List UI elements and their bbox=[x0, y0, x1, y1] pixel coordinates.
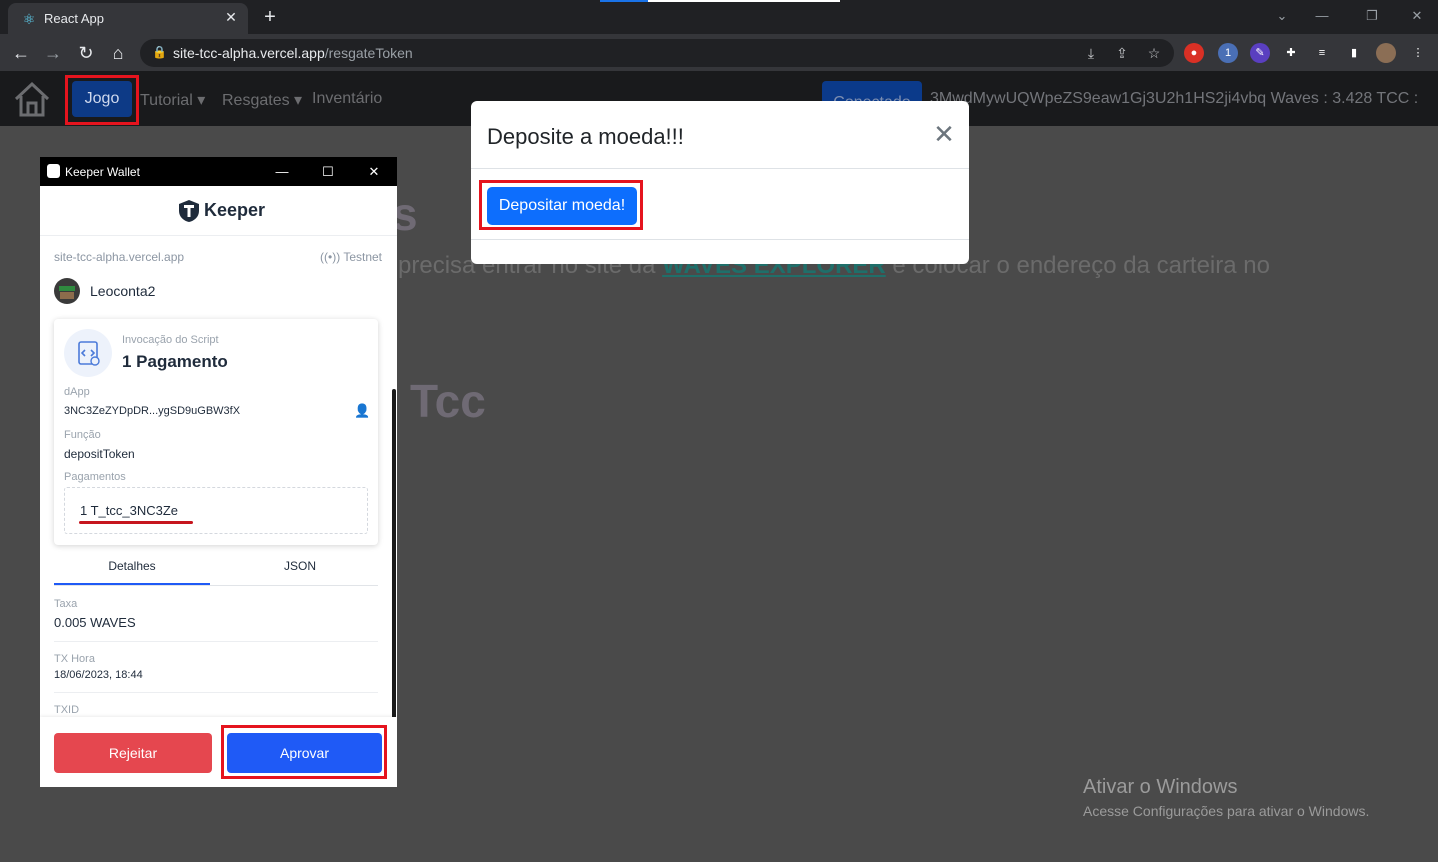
keeper-shield-icon bbox=[179, 200, 199, 222]
tab-detalhes[interactable]: Detalhes bbox=[54, 559, 210, 573]
sidepanel-icon[interactable]: ▮ bbox=[1344, 43, 1364, 63]
dapp-value: 3NC3ZeZYDpDR...ygSD9uGBW3fX bbox=[64, 405, 241, 417]
payment-value: 1 T_tcc_3NC3Ze bbox=[80, 503, 179, 518]
tab-search-icon[interactable]: ⌄ bbox=[1270, 6, 1294, 26]
add-contact-icon[interactable]: 👤 bbox=[354, 403, 370, 418]
divider bbox=[54, 641, 378, 642]
watermark-title: Ativar o Windows bbox=[1083, 776, 1238, 798]
tx-type: Invocação do Script bbox=[122, 334, 219, 346]
tx-summary: 1 Pagamento bbox=[122, 352, 228, 371]
fee-label: Taxa bbox=[54, 598, 78, 610]
url-text: site-tcc-alpha.vercel.app/resgateToken bbox=[173, 45, 413, 61]
install-icon[interactable]: ⤓ bbox=[1082, 44, 1100, 62]
keeper-wallet-window: Keeper Wallet — ☐ ✕ Keeper site-tcc-alph… bbox=[40, 157, 397, 787]
close-icon[interactable]: ✕ bbox=[931, 121, 957, 147]
extension-icon-3[interactable]: ✎ bbox=[1250, 43, 1270, 63]
keeper-extension-icon[interactable]: 1 bbox=[1218, 43, 1238, 63]
browser-tab[interactable]: ⚛ React App ✕ bbox=[8, 3, 248, 34]
keeper-titlebar: Keeper Wallet — ☐ ✕ bbox=[40, 157, 397, 186]
highlight-box bbox=[479, 180, 643, 230]
highlight-box bbox=[65, 75, 139, 125]
nav-inventario-link[interactable]: Inventário bbox=[312, 90, 382, 108]
extensions-puzzle-icon[interactable]: ✚ bbox=[1281, 43, 1301, 63]
details-tabs: Detalhes JSON bbox=[54, 554, 378, 586]
tab-json[interactable]: JSON bbox=[222, 559, 378, 573]
extension-icon-1[interactable]: ● bbox=[1184, 43, 1204, 63]
background-heading: Tcc bbox=[410, 375, 486, 427]
address-bar[interactable]: 🔒 site-tcc-alpha.vercel.app/resgateToken… bbox=[140, 39, 1174, 67]
home-icon[interactable]: ⌂ bbox=[107, 42, 129, 64]
function-label: Função bbox=[64, 429, 101, 441]
house-icon[interactable] bbox=[12, 79, 52, 119]
keeper-window-title: Keeper Wallet bbox=[65, 165, 140, 179]
txid-label: TXID bbox=[54, 704, 80, 716]
fee-value: 0.005 WAVES bbox=[54, 615, 136, 630]
reject-button[interactable]: Rejeitar bbox=[54, 733, 212, 773]
divider bbox=[40, 235, 397, 236]
tx-time-label: TX Hora bbox=[54, 653, 95, 665]
modal-divider bbox=[471, 239, 969, 240]
watermark-subtitle: Acesse Configurações para ativar o Windo… bbox=[1083, 803, 1370, 819]
red-underline-annotation bbox=[79, 521, 193, 524]
close-window-icon[interactable]: ✕ bbox=[1405, 6, 1429, 26]
browser-toolbar: ← → ↻ ⌂ 🔒 site-tcc-alpha.vercel.app/resg… bbox=[0, 34, 1438, 71]
react-icon: ⚛ bbox=[22, 11, 36, 27]
forward-icon[interactable]: → bbox=[42, 42, 64, 64]
profile-avatar[interactable] bbox=[1376, 43, 1396, 63]
active-tab-indicator bbox=[54, 583, 210, 585]
reload-icon[interactable]: ↻ bbox=[75, 42, 97, 64]
minimize-icon[interactable]: — bbox=[272, 162, 292, 182]
divider bbox=[54, 692, 378, 693]
tab-title: React App bbox=[44, 11, 104, 26]
modal-title: Deposite a moeda!!! bbox=[487, 124, 684, 149]
nav-tutorial-dropdown[interactable]: Tutorial ▾ bbox=[140, 90, 205, 110]
account-name: Leoconta2 bbox=[90, 283, 156, 299]
wallet-info: 3MwdMywUQWpeZS9eaw1Gj3U2h1HS2ji4vbq Wave… bbox=[930, 90, 1419, 125]
transaction-card: Invocação do Script 1 Pagamento dApp 3NC… bbox=[54, 319, 378, 545]
keeper-logo: Keeper bbox=[178, 199, 265, 225]
maximize-icon[interactable]: ☐ bbox=[318, 162, 338, 182]
share-icon[interactable]: ⇪ bbox=[1113, 44, 1131, 62]
function-value: depositToken bbox=[64, 447, 135, 461]
bookmark-star-icon[interactable]: ☆ bbox=[1145, 44, 1163, 62]
keeper-footer: Rejeitar Aprovar bbox=[40, 717, 397, 787]
dapp-label: dApp bbox=[64, 386, 90, 398]
highlight-box bbox=[221, 725, 387, 779]
lock-icon: 🔒 bbox=[152, 45, 167, 59]
deposit-modal: Deposite a moeda!!! ✕ Depositar moeda! bbox=[471, 101, 969, 264]
browser-tab-strip: ⚛ React App ✕ + ⌄ — ❐ ✕ bbox=[0, 0, 1438, 34]
media-icon[interactable]: ≡ bbox=[1312, 43, 1332, 63]
close-tab-icon[interactable]: ✕ bbox=[222, 8, 240, 26]
menu-icon[interactable]: ⋮ bbox=[1408, 43, 1428, 63]
new-tab-button[interactable]: + bbox=[258, 5, 282, 29]
modal-divider bbox=[471, 168, 969, 169]
network-indicator: ((•)) Testnet bbox=[320, 250, 383, 264]
scrollbar[interactable] bbox=[392, 389, 396, 747]
windows-activation-watermark: Ativar o Windows Acesse Configurações pa… bbox=[1083, 776, 1369, 819]
payment-box: 1 T_tcc_3NC3Ze bbox=[64, 487, 368, 534]
minimize-icon[interactable]: — bbox=[1310, 6, 1334, 26]
restore-icon[interactable]: ❐ bbox=[1360, 6, 1384, 26]
tx-time-value: 18/06/2023, 18:44 bbox=[54, 669, 143, 681]
close-icon[interactable]: ✕ bbox=[364, 162, 384, 182]
top-indicator bbox=[600, 0, 648, 2]
page-content: Jogo Tutorial ▾ Resgates ▾ Inventário Co… bbox=[0, 71, 1438, 862]
nav-resgates-dropdown[interactable]: Resgates ▾ bbox=[222, 90, 302, 110]
payments-label: Pagamentos bbox=[64, 471, 126, 483]
top-indicator-2 bbox=[648, 0, 840, 2]
origin-site: site-tcc-alpha.vercel.app bbox=[54, 250, 185, 264]
keeper-app-icon bbox=[47, 164, 60, 178]
signal-icon: ((•)) bbox=[320, 250, 341, 264]
back-icon[interactable]: ← bbox=[10, 42, 32, 64]
script-invocation-icon bbox=[64, 329, 112, 377]
account-avatar bbox=[54, 278, 80, 304]
